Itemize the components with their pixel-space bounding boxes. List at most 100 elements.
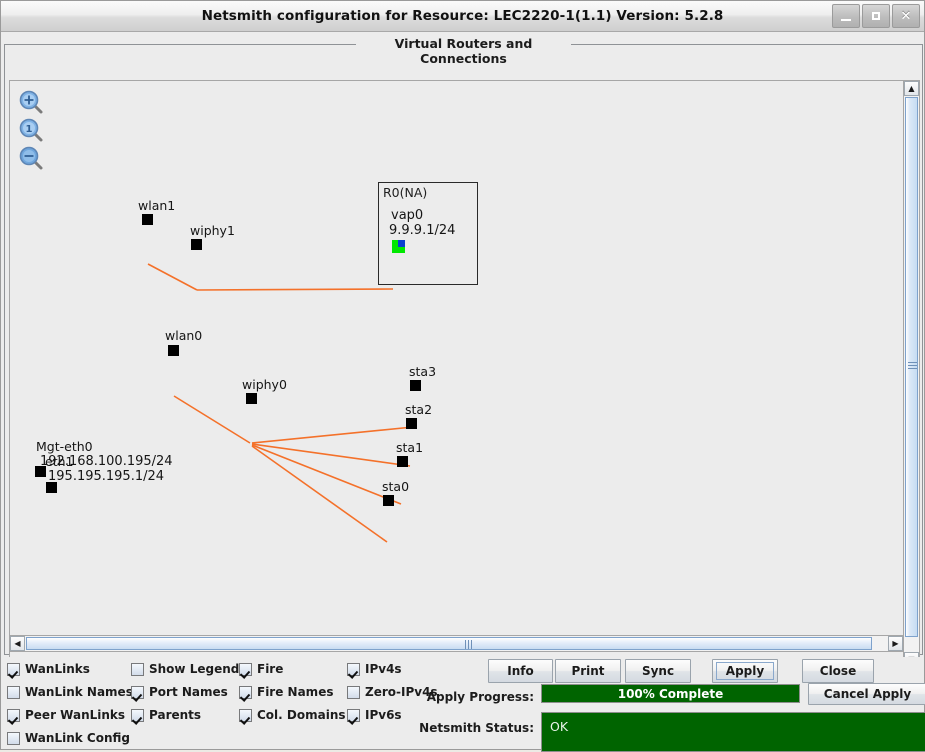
node-sta1[interactable] [397, 456, 408, 467]
netsmith-status-box: OK [541, 712, 925, 752]
close-button[interactable]: ✕ [892, 4, 920, 28]
checkbox-label-fire: Fire [257, 662, 284, 676]
node-mgt-eth0[interactable] [35, 466, 46, 477]
node-sta2[interactable] [406, 418, 417, 429]
maximize-icon [872, 12, 880, 20]
node-label-mgt-ip-b: 195.195.195.1/24 [48, 469, 165, 484]
checkbox-box-wanlink-names[interactable] [7, 685, 20, 699]
collision-domain-marker [398, 240, 405, 247]
vertical-scroll-thumb[interactable] [905, 97, 918, 637]
checkbox-box-ipv6s[interactable] [347, 708, 360, 722]
node-label-sta0: sta0 [382, 479, 410, 494]
node-label-sta1: sta1 [396, 440, 424, 455]
zoom-reset-icon[interactable]: 1 [18, 117, 44, 143]
canvas-zoom-tools: 1 [18, 89, 48, 173]
checkbox-box-wanlink-config[interactable] [7, 731, 20, 745]
sync-button-label: Sync [641, 664, 675, 678]
checkbox-wanlink-config[interactable]: WanLink Config [7, 731, 130, 745]
cancel-apply-button-label: Cancel Apply [823, 687, 912, 701]
canvas-horizontal-scrollbar[interactable]: ◀ ▶ [9, 635, 904, 652]
checkbox-label-parents: Parents [149, 708, 202, 722]
close-button-bottom[interactable]: Close [802, 659, 874, 683]
scroll-right-arrow-icon[interactable]: ▶ [888, 636, 903, 651]
bottom-control-panel: WanLinks WanLink Names Peer WanLinks Wan… [4, 657, 925, 752]
checkbox-wanlinks[interactable]: WanLinks [7, 662, 90, 676]
checkbox-box-parents[interactable] [131, 708, 144, 722]
node-wlan0[interactable] [168, 345, 179, 356]
checkbox-label-wanlink-names: WanLink Names [25, 685, 133, 699]
node-label-mgt-eth0: Mgt-eth0 [36, 439, 93, 454]
canvas-vertical-scrollbar[interactable]: ▲ ▼ [903, 80, 920, 668]
scroll-left-arrow-icon[interactable]: ◀ [10, 636, 25, 651]
node-label-wiphy0: wiphy0 [242, 377, 287, 392]
checkbox-fire[interactable]: Fire [239, 662, 283, 676]
node-label-wlan1: wlan1 [138, 198, 176, 213]
apply-progress-bar: 100% Complete [541, 684, 800, 703]
print-button-label: Print [571, 664, 605, 678]
cancel-apply-button[interactable]: Cancel Apply [808, 683, 925, 705]
apply-button[interactable]: Apply [712, 659, 778, 683]
node-wlan1[interactable] [142, 214, 153, 225]
checkbox-box-zero-ipv4s[interactable] [347, 685, 360, 699]
close-button-label: Close [819, 664, 857, 678]
network-canvas[interactable]: 1 R0(NA) vap0 9.9.9.1/24 wlan1 wiphy1 wl… [9, 80, 904, 668]
node-label-wlan0: wlan0 [165, 328, 203, 343]
checkbox-label-ipv6s: IPv6s [365, 708, 402, 722]
checkbox-label-peer-wanlinks: Peer WanLinks [25, 708, 126, 722]
node-sta0[interactable] [383, 495, 394, 506]
router-port-ip-vap0: 9.9.9.1/24 [389, 223, 456, 238]
checkbox-label-port-names: Port Names [149, 685, 228, 699]
checkbox-fire-names[interactable]: Fire Names [239, 685, 333, 699]
node-label-eth1: eth1 [45, 454, 74, 469]
minimize-button[interactable] [832, 4, 860, 28]
checkbox-label-wanlinks: WanLinks [25, 662, 90, 676]
sync-button[interactable]: Sync [625, 659, 691, 683]
port-vap0[interactable] [392, 240, 405, 253]
connections-layer [147, 263, 414, 543]
checkbox-box-show-legend[interactable] [131, 662, 144, 676]
checkbox-show-legend[interactable]: Show Legend [131, 662, 239, 676]
checkbox-box-col-domains[interactable] [239, 708, 252, 722]
scroll-up-arrow-icon[interactable]: ▲ [904, 81, 919, 96]
checkbox-wanlink-names[interactable]: WanLink Names [7, 685, 133, 699]
print-button[interactable]: Print [555, 659, 621, 683]
node-label-wiphy1: wiphy1 [190, 223, 235, 238]
router-port-label-vap0: vap0 [391, 208, 424, 223]
virtual-routers-panel: Virtual Routers and Connections 1 R0(NA)… [4, 35, 923, 668]
checkbox-ipv6s[interactable]: IPv6s [347, 708, 402, 722]
checkbox-label-fire-names: Fire Names [257, 685, 334, 699]
node-sta3[interactable] [410, 380, 421, 391]
horizontal-scroll-thumb[interactable] [26, 637, 872, 650]
title-bar: Netsmith configuration for Resource: LEC… [1, 1, 924, 32]
apply-progress-label: Apply Progress: [426, 690, 534, 704]
router-title: R0(NA) [383, 185, 428, 200]
close-icon: ✕ [900, 8, 912, 24]
checkbox-box-port-names[interactable] [131, 685, 144, 699]
node-eth1[interactable] [46, 482, 57, 493]
checkbox-box-peer-wanlinks[interactable] [7, 708, 20, 722]
zoom-in-icon[interactable] [18, 89, 44, 115]
netsmith-window: Netsmith configuration for Resource: LEC… [0, 0, 925, 752]
checkbox-box-fire-names[interactable] [239, 685, 252, 699]
checkbox-box-ipv4s[interactable] [347, 662, 360, 676]
node-wiphy1[interactable] [191, 239, 202, 250]
netsmith-status-value: OK [550, 719, 569, 734]
svg-text:1: 1 [26, 124, 33, 135]
zoom-out-icon[interactable] [18, 145, 44, 171]
node-wiphy0[interactable] [246, 393, 257, 404]
checkbox-box-fire[interactable] [239, 662, 252, 676]
checkbox-parents[interactable]: Parents [131, 708, 201, 722]
window-buttons: ✕ [832, 4, 920, 28]
checkbox-label-wanlink-config: WanLink Config [25, 731, 130, 745]
checkbox-ipv4s[interactable]: IPv4s [347, 662, 402, 676]
info-button[interactable]: Info [488, 659, 553, 683]
checkbox-peer-wanlinks[interactable]: Peer WanLinks [7, 708, 125, 722]
panel-title: Virtual Routers and Connections [394, 36, 533, 66]
checkbox-col-domains[interactable]: Col. Domains [239, 708, 346, 722]
checkbox-box-wanlinks[interactable] [7, 662, 20, 676]
router-R0[interactable]: R0(NA) vap0 9.9.9.1/24 [378, 182, 478, 285]
node-label-sta2: sta2 [405, 402, 433, 417]
apply-focus-ring [716, 662, 774, 680]
maximize-button[interactable] [862, 4, 890, 28]
checkbox-port-names[interactable]: Port Names [131, 685, 228, 699]
